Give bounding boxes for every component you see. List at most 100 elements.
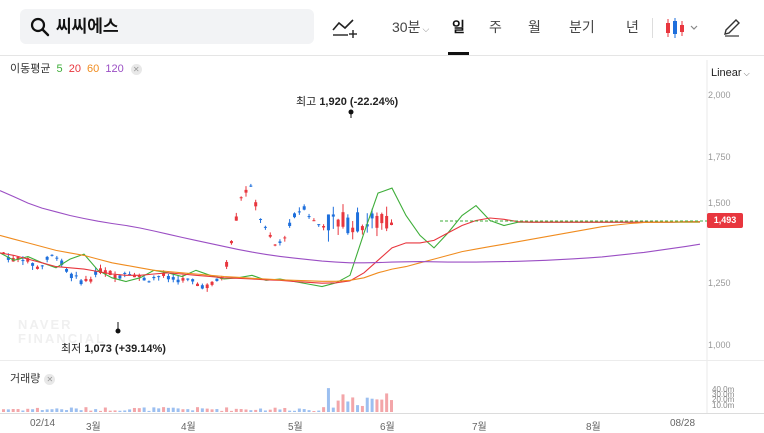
volume-bar bbox=[244, 409, 248, 412]
toolbar-divider bbox=[652, 18, 653, 38]
tab-day[interactable]: 일 bbox=[448, 14, 469, 55]
volume-bar bbox=[380, 399, 384, 412]
volume-bar bbox=[215, 409, 219, 412]
legend-ma120: 120 bbox=[105, 63, 124, 75]
search-box[interactable]: 씨씨에스 bbox=[20, 9, 314, 44]
candle bbox=[166, 273, 170, 283]
candle bbox=[322, 224, 326, 231]
candle bbox=[293, 212, 296, 219]
volume-bar bbox=[11, 409, 15, 412]
ma-line-120 bbox=[0, 190, 701, 264]
candle-type-icon[interactable] bbox=[664, 16, 700, 40]
candle bbox=[254, 199, 258, 211]
volume-bar bbox=[220, 410, 224, 412]
volume-bar bbox=[351, 397, 355, 412]
candle bbox=[152, 275, 156, 281]
volume-bar bbox=[302, 409, 306, 412]
volume-bar bbox=[157, 408, 161, 412]
volume-bar bbox=[210, 409, 214, 412]
tab-year[interactable]: 년 bbox=[626, 14, 639, 40]
volume-bar bbox=[162, 407, 166, 412]
indicator-label: 이동평균 bbox=[10, 63, 51, 75]
drawing-tool-icon[interactable] bbox=[331, 16, 359, 40]
search-query: 씨씨에스 bbox=[56, 17, 119, 36]
candle bbox=[278, 239, 282, 246]
volume-bar bbox=[312, 410, 316, 412]
volume-bar bbox=[69, 407, 73, 412]
volume-bars-layer bbox=[2, 388, 393, 412]
volume-bar bbox=[283, 407, 287, 412]
close-indicator-icon[interactable]: ✕ bbox=[130, 64, 142, 75]
volume-bar bbox=[113, 410, 117, 412]
volume-bar bbox=[55, 408, 59, 412]
tab-month[interactable]: 월 bbox=[528, 14, 541, 40]
top-toolbar: 씨씨에스 30분 ⌵ 일 주 월 분기 년 bbox=[0, 0, 764, 56]
volume-bar bbox=[341, 394, 345, 412]
candle bbox=[60, 258, 64, 268]
volume-bar bbox=[225, 407, 229, 412]
vol-tick-10: 10.0m bbox=[712, 401, 735, 410]
candle bbox=[331, 206, 335, 229]
candle bbox=[229, 240, 233, 245]
interval-30min-select[interactable]: 30분 ⌵ bbox=[392, 14, 429, 40]
candle bbox=[375, 212, 379, 237]
volume-bar bbox=[65, 410, 69, 412]
current-price-badge: 1,493 bbox=[707, 213, 743, 228]
volume-bar bbox=[147, 410, 151, 412]
volume-bar bbox=[297, 408, 301, 412]
volume-bar bbox=[263, 410, 267, 412]
volume-bar bbox=[322, 407, 326, 412]
tab-week[interactable]: 주 bbox=[489, 14, 502, 40]
close-volume-icon[interactable]: ✕ bbox=[44, 374, 56, 385]
toolbar-divider-line bbox=[0, 55, 764, 56]
volume-bar bbox=[137, 408, 141, 412]
pencil-icon[interactable] bbox=[721, 16, 743, 38]
volume-bar bbox=[103, 407, 107, 412]
candle bbox=[341, 204, 345, 229]
volume-bar bbox=[200, 408, 204, 412]
candle bbox=[11, 255, 15, 262]
candle bbox=[356, 207, 360, 233]
candle bbox=[35, 265, 39, 270]
candle bbox=[326, 214, 330, 242]
candle bbox=[297, 207, 301, 215]
candle bbox=[249, 183, 253, 187]
search-icon bbox=[30, 17, 50, 37]
candle bbox=[84, 275, 88, 283]
candle bbox=[142, 276, 146, 281]
volume-bar bbox=[152, 407, 156, 412]
candle bbox=[55, 255, 59, 261]
y-tick-1500: 1,500 bbox=[708, 198, 731, 208]
candle bbox=[200, 283, 204, 290]
candle bbox=[385, 206, 389, 232]
candle bbox=[40, 265, 44, 270]
y-tick-2000: 2,000 bbox=[708, 90, 731, 100]
volume-divider bbox=[0, 360, 764, 361]
candle bbox=[89, 276, 93, 284]
chevron-down-icon: ⌵ bbox=[422, 24, 430, 34]
volume-bar bbox=[6, 409, 10, 412]
volume-bar bbox=[40, 410, 44, 412]
volume-bar bbox=[16, 409, 20, 412]
volume-bar bbox=[370, 398, 374, 412]
scale-select[interactable]: Linear ⌵ bbox=[711, 67, 750, 79]
volume-bar bbox=[356, 405, 360, 412]
legend-ma5: 5 bbox=[56, 63, 63, 75]
tab-quarter[interactable]: 분기 bbox=[569, 14, 595, 40]
volume-bar bbox=[166, 407, 170, 412]
candle bbox=[317, 224, 321, 227]
candle bbox=[123, 271, 127, 278]
volume-bar bbox=[186, 409, 190, 412]
candle bbox=[176, 275, 180, 285]
volume-bar bbox=[205, 408, 209, 412]
volume-bar bbox=[191, 410, 195, 412]
moving-average-legend: 이동평균 5 20 60 120 ✕ bbox=[10, 62, 142, 76]
volume-bar bbox=[132, 407, 136, 412]
candle bbox=[69, 272, 73, 282]
x-axis-line bbox=[0, 413, 764, 414]
candle bbox=[302, 204, 306, 211]
x-tick: 02/14 bbox=[30, 418, 56, 429]
volume-bar bbox=[181, 409, 185, 412]
y-tick-1250: 1,250 bbox=[708, 278, 731, 288]
candle bbox=[225, 260, 229, 270]
